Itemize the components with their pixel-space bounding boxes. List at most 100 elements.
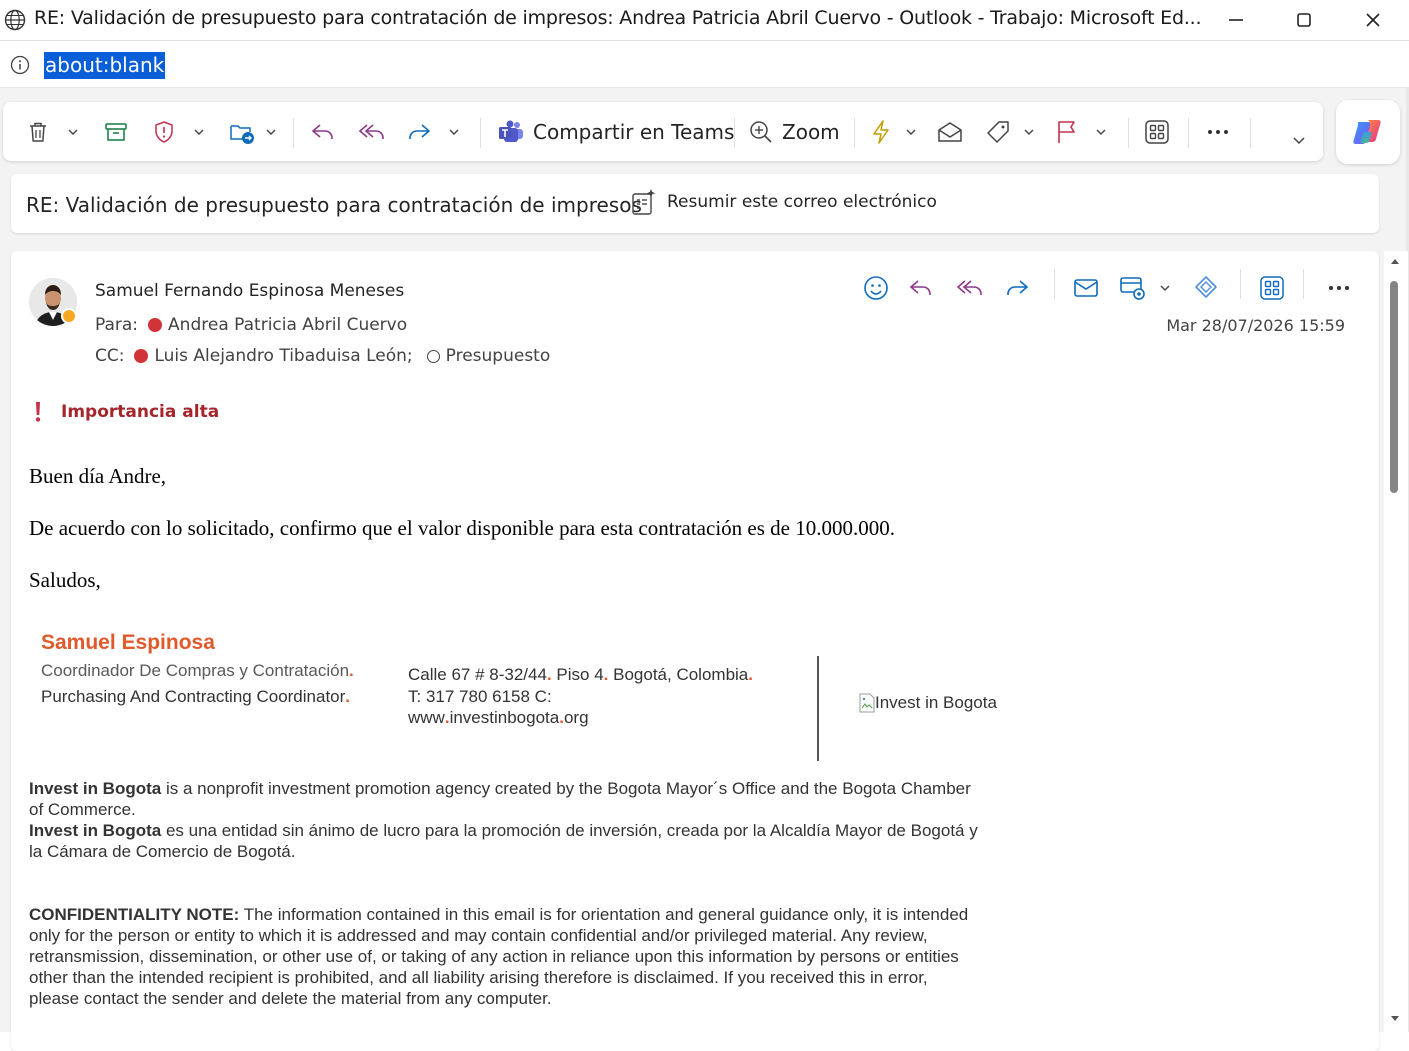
body-greeting: Buen día Andre, (29, 464, 167, 488)
role-es-text: Coordinador De Compras y Contratación (41, 661, 350, 680)
zoom-icon (750, 120, 772, 143)
action-separator (1303, 269, 1304, 299)
copilot-icon (1353, 120, 1381, 144)
copilot-button[interactable] (1336, 100, 1400, 164)
body-closing: Saludos, (29, 568, 101, 592)
teams-icon (499, 120, 523, 142)
more-options-button[interactable] (1206, 102, 1230, 161)
url-text[interactable]: about:blank (44, 52, 166, 79)
read-unread-button[interactable] (936, 102, 964, 161)
org-name: Invest in Bogota (29, 821, 162, 840)
loop-button[interactable] (1192, 273, 1220, 303)
ribbon-toolbar: Compartir en Teams Zoom (3, 102, 1323, 161)
accent-dot: . (349, 661, 354, 680)
org-name: Invest in Bogota (29, 779, 162, 798)
rules-button[interactable] (1118, 273, 1148, 303)
footer-es: Invest in Bogota es una entidad sin ánim… (29, 820, 979, 862)
share-teams-button[interactable]: Compartir en Teams (497, 102, 734, 161)
summarize-label: Resumir este correo electrónico (667, 192, 937, 212)
message-reply-all-button[interactable] (955, 273, 985, 303)
expand-ribbon-button[interactable] (1292, 110, 1306, 169)
importance-banner: Importancia alta (33, 401, 219, 423)
move-dropdown[interactable] (265, 102, 277, 161)
report-dropdown[interactable] (193, 102, 205, 161)
apps-button[interactable] (1144, 102, 1170, 161)
message-more-button[interactable] (1327, 273, 1351, 303)
forward-button[interactable] (405, 102, 433, 161)
rules-dropdown[interactable] (1159, 273, 1171, 303)
quick-steps-icon (873, 119, 889, 144)
to-label: Para: (95, 315, 139, 335)
address-part: Calle 67 # 8-32/44 (408, 665, 547, 684)
archive-button[interactable] (103, 102, 129, 161)
invest-bogota-image[interactable]: Invest in Bogota (859, 693, 997, 713)
mark-read-button[interactable] (1072, 273, 1100, 303)
accent-dot: . (748, 665, 753, 684)
ribbon-separator (1188, 118, 1189, 148)
categorize-button[interactable] (985, 102, 1011, 161)
emoji-icon (864, 276, 888, 300)
reply-all-icon (358, 123, 384, 139)
signature-website[interactable]: www.investinbogota.org (408, 708, 589, 728)
message-date: Mar 28/07/2026 15:59 (1166, 316, 1345, 335)
vertical-scrollbar[interactable] (1384, 251, 1408, 1032)
cc-recipient[interactable]: Presupuesto (446, 346, 551, 366)
cc-row: CC: Luis Alejandro Tibaduisa León; Presu… (95, 346, 550, 366)
globe-icon (4, 9, 26, 31)
chevron-down-icon (68, 129, 78, 135)
maximize-button[interactable] (1281, 0, 1327, 40)
respond-dropdown[interactable] (448, 102, 460, 161)
reply-all-icon (956, 280, 982, 295)
cc-recipient[interactable]: Luis Alejandro Tibaduisa León; (154, 346, 412, 366)
chevron-down-icon (449, 129, 459, 135)
chevron-down-icon (1160, 285, 1170, 291)
signature-role-es: Coordinador De Compras y Contratación. (41, 661, 354, 681)
scrollbar-thumb[interactable] (1390, 281, 1398, 493)
message-apps-button[interactable] (1259, 273, 1285, 303)
reply-button[interactable] (309, 102, 337, 161)
delete-dropdown[interactable] (67, 102, 79, 161)
quick-steps-button[interactable] (869, 102, 893, 161)
ribbon-separator (1128, 118, 1129, 148)
categorize-dropdown[interactable] (1023, 102, 1035, 161)
more-icon (1329, 286, 1349, 290)
zoom-label: Zoom (782, 119, 840, 144)
signature-address: Calle 67 # 8-32/44. Piso 4. Bogotá, Colo… (408, 665, 753, 685)
minimize-button[interactable] (1213, 0, 1259, 40)
maximize-icon (1297, 13, 1311, 27)
quick-steps-dropdown[interactable] (905, 102, 917, 161)
reply-all-button[interactable] (357, 102, 387, 161)
reaction-button[interactable] (862, 273, 890, 303)
chevron-down-icon (906, 129, 916, 135)
delete-button[interactable] (25, 102, 51, 161)
summarize-button[interactable]: Resumir este correo electrónico (631, 188, 937, 216)
zoom-button[interactable]: Zoom (748, 102, 840, 161)
flag-icon (1058, 120, 1075, 143)
message-forward-button[interactable] (1003, 273, 1031, 303)
role-en-text: Purchasing And Contracting Coordinator (41, 687, 346, 706)
sender-name[interactable]: Samuel Fernando Espinosa Meneses (95, 281, 404, 301)
info-icon[interactable] (10, 55, 30, 75)
footer-es-text: es una entidad sin ánimo de lucro para l… (29, 821, 978, 861)
action-separator (1240, 269, 1241, 299)
to-recipient[interactable]: Andrea Patricia Abril Cuervo (168, 315, 407, 335)
flag-dropdown[interactable] (1095, 102, 1107, 161)
signature-name: Samuel Espinosa (41, 631, 215, 654)
signature-phone: T: 317 780 6158 C: (408, 687, 552, 706)
message-reply-button[interactable] (907, 273, 935, 303)
close-icon (1366, 13, 1380, 27)
accent-dot: . (345, 687, 351, 706)
ribbon-separator (293, 118, 294, 148)
message-subject: RE: Validación de presupuesto para contr… (26, 193, 642, 217)
close-button[interactable] (1350, 0, 1396, 40)
delete-icon (30, 122, 46, 142)
flag-button[interactable] (1055, 102, 1079, 161)
move-icon (230, 124, 254, 144)
tag-icon (987, 120, 1009, 143)
exclamation-icon (35, 402, 41, 422)
footer-en-text: is a nonprofit investment promotion agen… (29, 779, 971, 819)
ribbon-separator (734, 118, 735, 148)
report-button[interactable] (151, 102, 177, 161)
share-teams-label: Compartir en Teams (533, 119, 735, 144)
move-button[interactable] (228, 102, 256, 161)
